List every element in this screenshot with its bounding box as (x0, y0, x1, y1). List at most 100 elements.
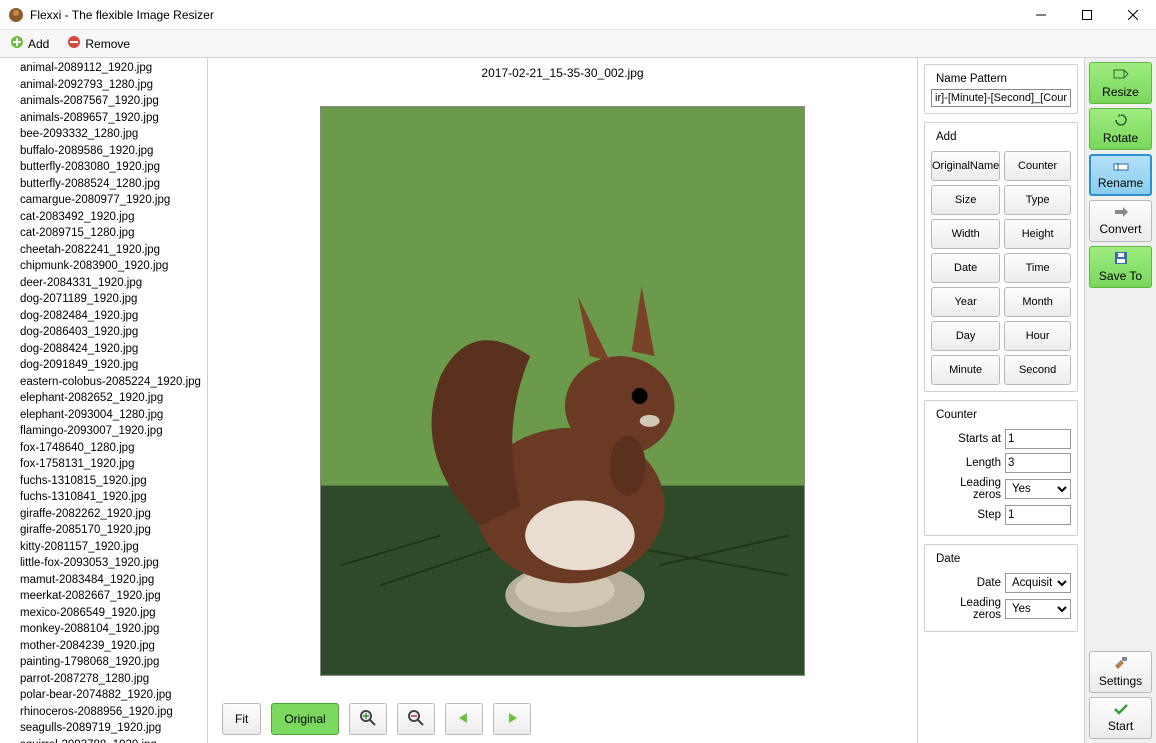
file-item[interactable]: dog-2088424_1920.jpg (2, 341, 207, 358)
date-group: Date DateAcquisition Leading zerosYes (924, 544, 1078, 632)
add-button[interactable]: Add (4, 33, 55, 54)
settings-button[interactable]: Settings (1089, 651, 1152, 693)
token-time-button[interactable]: Time (1004, 253, 1071, 283)
file-item[interactable]: butterfly-2088524_1280.jpg (2, 176, 207, 193)
file-item[interactable]: animals-2089657_1920.jpg (2, 110, 207, 127)
file-item[interactable]: dog-2071189_1920.jpg (2, 291, 207, 308)
file-item[interactable]: seagulls-2089719_1920.jpg (2, 720, 207, 737)
settings-label: Settings (1099, 674, 1142, 688)
file-item[interactable]: deer-2084331_1920.jpg (2, 275, 207, 292)
minimize-button[interactable] (1018, 0, 1064, 30)
token-month-button[interactable]: Month (1004, 287, 1071, 317)
zoom-in-button[interactable] (349, 703, 387, 735)
file-item[interactable]: cat-2083492_1920.jpg (2, 209, 207, 226)
token-hour-button[interactable]: Hour (1004, 321, 1071, 351)
fit-button[interactable]: Fit (222, 703, 261, 735)
token-size-button[interactable]: Size (931, 185, 1000, 215)
leading-zeros-select[interactable]: Yes (1005, 479, 1071, 499)
file-item[interactable]: animals-2087567_1920.jpg (2, 93, 207, 110)
zoom-out-button[interactable] (397, 703, 435, 735)
close-button[interactable] (1110, 0, 1156, 30)
counter-legend: Counter (933, 409, 980, 421)
file-item[interactable]: elephant-2093004_1280.jpg (2, 407, 207, 424)
token-date-button[interactable]: Date (931, 253, 1000, 283)
rotate-label: Rotate (1103, 131, 1138, 145)
file-item[interactable]: buffalo-2089586_1920.jpg (2, 143, 207, 160)
token-counter-button[interactable]: Counter (1004, 151, 1071, 181)
remove-button[interactable]: Remove (61, 33, 136, 54)
file-item[interactable]: cat-2089715_1280.jpg (2, 225, 207, 242)
length-input[interactable] (1005, 453, 1071, 473)
file-item[interactable]: little-fox-2093053_1920.jpg (2, 555, 207, 572)
file-item[interactable]: fox-1758131_1920.jpg (2, 456, 207, 473)
file-item[interactable]: parrot-2087278_1280.jpg (2, 671, 207, 688)
token-second-button[interactable]: Second (1004, 355, 1071, 385)
file-item[interactable]: dog-2091849_1920.jpg (2, 357, 207, 374)
rename-button[interactable]: Rename (1089, 154, 1152, 196)
file-item[interactable]: painting-1798068_1920.jpg (2, 654, 207, 671)
file-item[interactable]: mexico-2086549_1920.jpg (2, 605, 207, 622)
file-item[interactable]: fuchs-1310815_1920.jpg (2, 473, 207, 490)
file-item[interactable]: rhinoceros-2088956_1920.jpg (2, 704, 207, 721)
file-item[interactable]: elephant-2082652_1920.jpg (2, 390, 207, 407)
starts-at-input[interactable] (1005, 429, 1071, 449)
prev-button[interactable] (445, 703, 483, 735)
token-originalname-button[interactable]: OriginalName (931, 151, 1000, 181)
date-leading-zeros-select[interactable]: Yes (1005, 599, 1071, 619)
file-item[interactable]: fuchs-1310841_1920.jpg (2, 489, 207, 506)
file-item[interactable]: polar-bear-2074882_1920.jpg (2, 687, 207, 704)
file-item[interactable]: bee-2093332_1280.jpg (2, 126, 207, 143)
date-select[interactable]: Acquisition (1005, 573, 1071, 593)
file-item[interactable]: eastern-colobus-2085224_1920.jpg (2, 374, 207, 391)
file-item[interactable]: mamut-2083484_1920.jpg (2, 572, 207, 589)
token-minute-button[interactable]: Minute (931, 355, 1000, 385)
arrow-left-icon (455, 711, 473, 728)
convert-button[interactable]: Convert (1089, 200, 1152, 242)
file-item[interactable]: fox-1748640_1280.jpg (2, 440, 207, 457)
hammer-icon (1113, 656, 1129, 673)
start-button[interactable]: Start (1089, 697, 1152, 739)
next-button[interactable] (493, 703, 531, 735)
file-item[interactable]: kitty-2081157_1920.jpg (2, 539, 207, 556)
token-year-button[interactable]: Year (931, 287, 1000, 317)
rotate-button[interactable]: Rotate (1089, 108, 1152, 150)
resize-button[interactable]: Resize (1089, 62, 1152, 104)
token-width-button[interactable]: Width (931, 219, 1000, 249)
zoom-out-icon (407, 709, 425, 730)
file-item[interactable]: dog-2086403_1920.jpg (2, 324, 207, 341)
leading-zeros-label: Leading zeros (931, 477, 1001, 501)
save-to-button[interactable]: Save To (1089, 246, 1152, 288)
token-type-button[interactable]: Type (1004, 185, 1071, 215)
file-item[interactable]: meerkat-2082667_1920.jpg (2, 588, 207, 605)
file-item[interactable]: mother-2084239_1920.jpg (2, 638, 207, 655)
file-item[interactable]: squirrel-2093788_1920.jpg (2, 737, 207, 743)
file-item[interactable]: animal-2092793_1280.jpg (2, 77, 207, 94)
token-day-button[interactable]: Day (931, 321, 1000, 351)
original-label: Original (284, 712, 325, 726)
starts-at-label: Starts at (931, 433, 1001, 445)
file-item[interactable]: dog-2082484_1920.jpg (2, 308, 207, 325)
file-item[interactable]: monkey-2088104_1920.jpg (2, 621, 207, 638)
name-pattern-input[interactable] (931, 89, 1071, 107)
file-item[interactable]: camargue-2080977_1920.jpg (2, 192, 207, 209)
original-button[interactable]: Original (271, 703, 338, 735)
file-list[interactable]: animal-2089112_1920.jpganimal-2092793_12… (0, 58, 207, 743)
file-item[interactable]: animal-2089112_1920.jpg (2, 60, 207, 77)
preview-image-area (208, 86, 917, 695)
file-item[interactable]: flamingo-2093007_1920.jpg (2, 423, 207, 440)
file-item[interactable]: cheetah-2082241_1920.jpg (2, 242, 207, 259)
file-item[interactable]: giraffe-2082262_1920.jpg (2, 506, 207, 523)
rename-icon (1113, 161, 1129, 175)
step-input[interactable] (1005, 505, 1071, 525)
token-height-button[interactable]: Height (1004, 219, 1071, 249)
preview-panel: 2017-02-21_15-35-30_002.jpg (208, 58, 917, 743)
arrow-right-icon (503, 711, 521, 728)
maximize-button[interactable] (1064, 0, 1110, 30)
preview-image[interactable] (320, 106, 805, 676)
file-item[interactable]: butterfly-2083080_1920.jpg (2, 159, 207, 176)
file-item[interactable]: chipmunk-2083900_1920.jpg (2, 258, 207, 275)
add-label: Add (28, 37, 49, 51)
add-legend: Add (933, 131, 959, 143)
file-item[interactable]: giraffe-2085170_1920.jpg (2, 522, 207, 539)
rename-options-panel: Name Pattern Add OriginalNameCounterSize… (917, 58, 1084, 743)
